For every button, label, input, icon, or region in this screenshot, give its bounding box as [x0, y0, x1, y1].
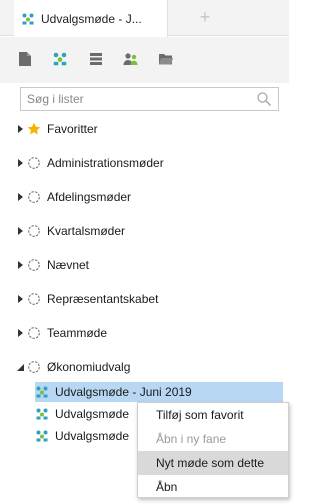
expand-arrow-icon[interactable]: [17, 328, 24, 338]
document-icon: [18, 51, 32, 70]
menu-item-open[interactable]: Åbn: [138, 475, 288, 499]
tree-item-label: Teammøde: [47, 326, 108, 340]
folder-icon: [158, 52, 174, 69]
tree-item-label: Afdelingsmøder: [47, 190, 132, 204]
add-tab-button[interactable]: +: [196, 8, 214, 26]
expand-arrow-icon[interactable]: [17, 226, 24, 236]
meeting-icon: [35, 407, 49, 421]
new-document-button[interactable]: [16, 51, 34, 69]
tree-item-label: Favoritter: [47, 122, 98, 136]
people-icon: [123, 52, 139, 69]
tree-item-group[interactable]: Kvartalsmøder: [17, 219, 125, 243]
meeting-icon: [35, 385, 49, 399]
tab-strip: Udvalgsmøde - J... +: [0, 0, 289, 37]
tree-item-group[interactable]: Nævnet: [17, 253, 89, 277]
tree-item-group[interactable]: Administrationsmøder: [17, 151, 164, 175]
tree-item-economy[interactable]: Økonomiudvalg: [17, 355, 130, 379]
expand-arrow-icon[interactable]: [17, 192, 24, 202]
meeting-item-label: Udvalgsmøde - Juni 2019: [55, 385, 192, 399]
participants-button[interactable]: [122, 51, 140, 69]
expand-arrow-icon[interactable]: [17, 294, 24, 304]
meeting-icon: [52, 51, 68, 70]
tree-item-label: Nævnet: [47, 258, 90, 272]
meeting-item-label: Udvalgsmøde: [55, 429, 130, 443]
collapse-arrow-icon[interactable]: [17, 362, 24, 372]
circle-list-icon: [27, 292, 41, 306]
menu-item-add-favorite[interactable]: Tilføj som favorit: [138, 403, 288, 427]
circle-list-icon: [27, 258, 41, 272]
expand-arrow-icon[interactable]: [17, 260, 24, 270]
star-icon: [27, 122, 41, 136]
tree-item-favorites[interactable]: Favoritter: [17, 117, 98, 141]
circle-list-icon: [27, 224, 41, 238]
toolbar: [0, 37, 289, 83]
tree-item-label: Repræsentantskabet: [47, 292, 159, 306]
expand-arrow-icon[interactable]: [17, 158, 24, 168]
tab-label: Udvalgsmøde - J...: [41, 11, 142, 26]
meeting-icon: [21, 12, 35, 26]
tree-item-label: Kvartalsmøder: [47, 224, 126, 238]
search-input[interactable]: [21, 88, 246, 110]
search-box: [20, 87, 279, 111]
tree-item-label: Administrationsmøder: [47, 156, 164, 170]
tree-item-group[interactable]: Afdelingsmøder: [17, 185, 131, 209]
circle-list-icon: [27, 360, 41, 374]
circle-list-icon: [27, 190, 41, 204]
meeting-icon: [35, 429, 49, 443]
circle-list-icon: [27, 326, 41, 340]
context-menu: Tilføj som favorit Åbn i ny fane Nyt mød…: [137, 402, 289, 498]
open-folder-button[interactable]: [157, 51, 175, 69]
list-icon: [89, 52, 103, 69]
list-button[interactable]: [87, 51, 105, 69]
search-icon[interactable]: [256, 91, 272, 107]
tree-item-group[interactable]: Repræsentantskabet: [17, 287, 158, 311]
tree-item-label: Økonomiudvalg: [47, 360, 131, 374]
expand-arrow-icon[interactable]: [17, 124, 24, 134]
circle-list-icon: [27, 156, 41, 170]
meeting-item-label: Udvalgsmøde: [55, 407, 130, 421]
menu-item-open-new-tab: Åbn i ny fane: [156, 432, 227, 446]
meeting-item-selected[interactable]: Udvalgsmøde - Juni 2019: [35, 382, 283, 402]
tree-item-group[interactable]: Teammøde: [17, 321, 107, 345]
new-meeting-button[interactable]: [51, 51, 69, 69]
menu-item-new-meeting-like-this[interactable]: Nyt møde som dette: [138, 451, 288, 475]
tab-meeting[interactable]: Udvalgsmøde - J...: [14, 0, 168, 37]
